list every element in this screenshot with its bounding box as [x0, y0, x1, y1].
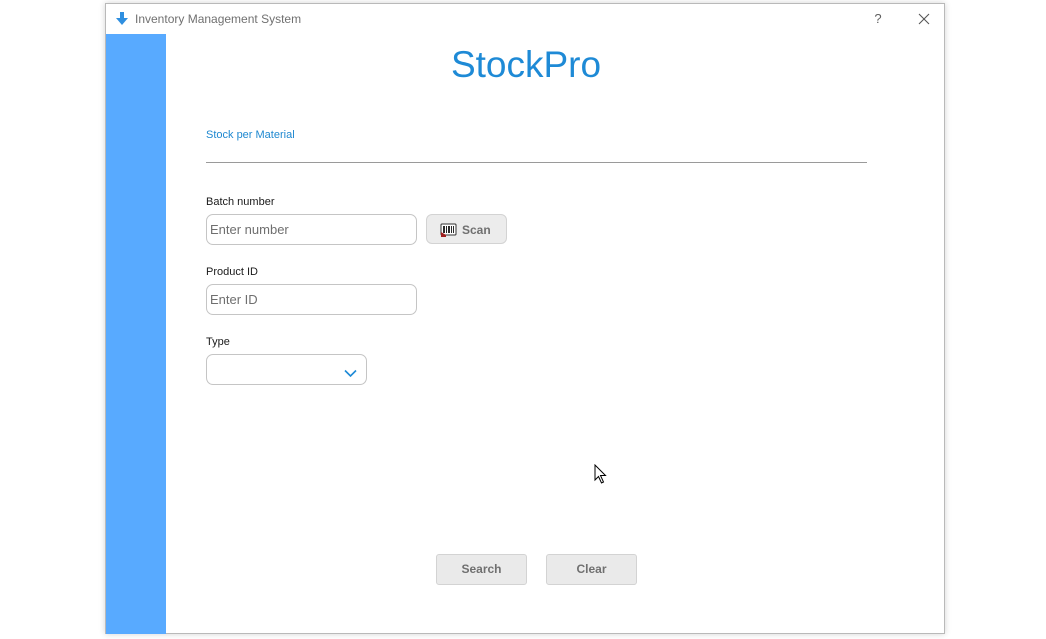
product-id-input[interactable] [206, 284, 417, 315]
sidebar [106, 34, 166, 634]
app-window: Inventory Management System ? StockPro S… [105, 3, 945, 634]
chevron-down-icon [344, 365, 357, 378]
batch-number-input[interactable] [206, 214, 417, 245]
scan-button[interactable]: Scan [426, 214, 507, 244]
title-bar: Inventory Management System ? [106, 4, 944, 34]
download-arrow-icon [114, 11, 130, 27]
batch-number-label: Batch number [206, 196, 275, 208]
help-button[interactable]: ? [866, 8, 890, 30]
type-label: Type [206, 336, 230, 348]
close-icon [918, 13, 930, 25]
scan-button-label: Scan [462, 223, 491, 237]
type-select[interactable] [206, 354, 367, 385]
mouse-pointer-icon [594, 463, 608, 485]
window-title: Inventory Management System [135, 12, 302, 26]
scanner-icon [440, 223, 457, 237]
search-button[interactable]: Search [436, 554, 527, 585]
product-id-label: Product ID [206, 266, 258, 278]
section-divider [206, 162, 867, 163]
close-button[interactable] [911, 8, 937, 30]
brand-title: StockPro [450, 44, 602, 85]
clear-button[interactable]: Clear [546, 554, 637, 585]
section-title: Stock per Material [206, 129, 295, 141]
